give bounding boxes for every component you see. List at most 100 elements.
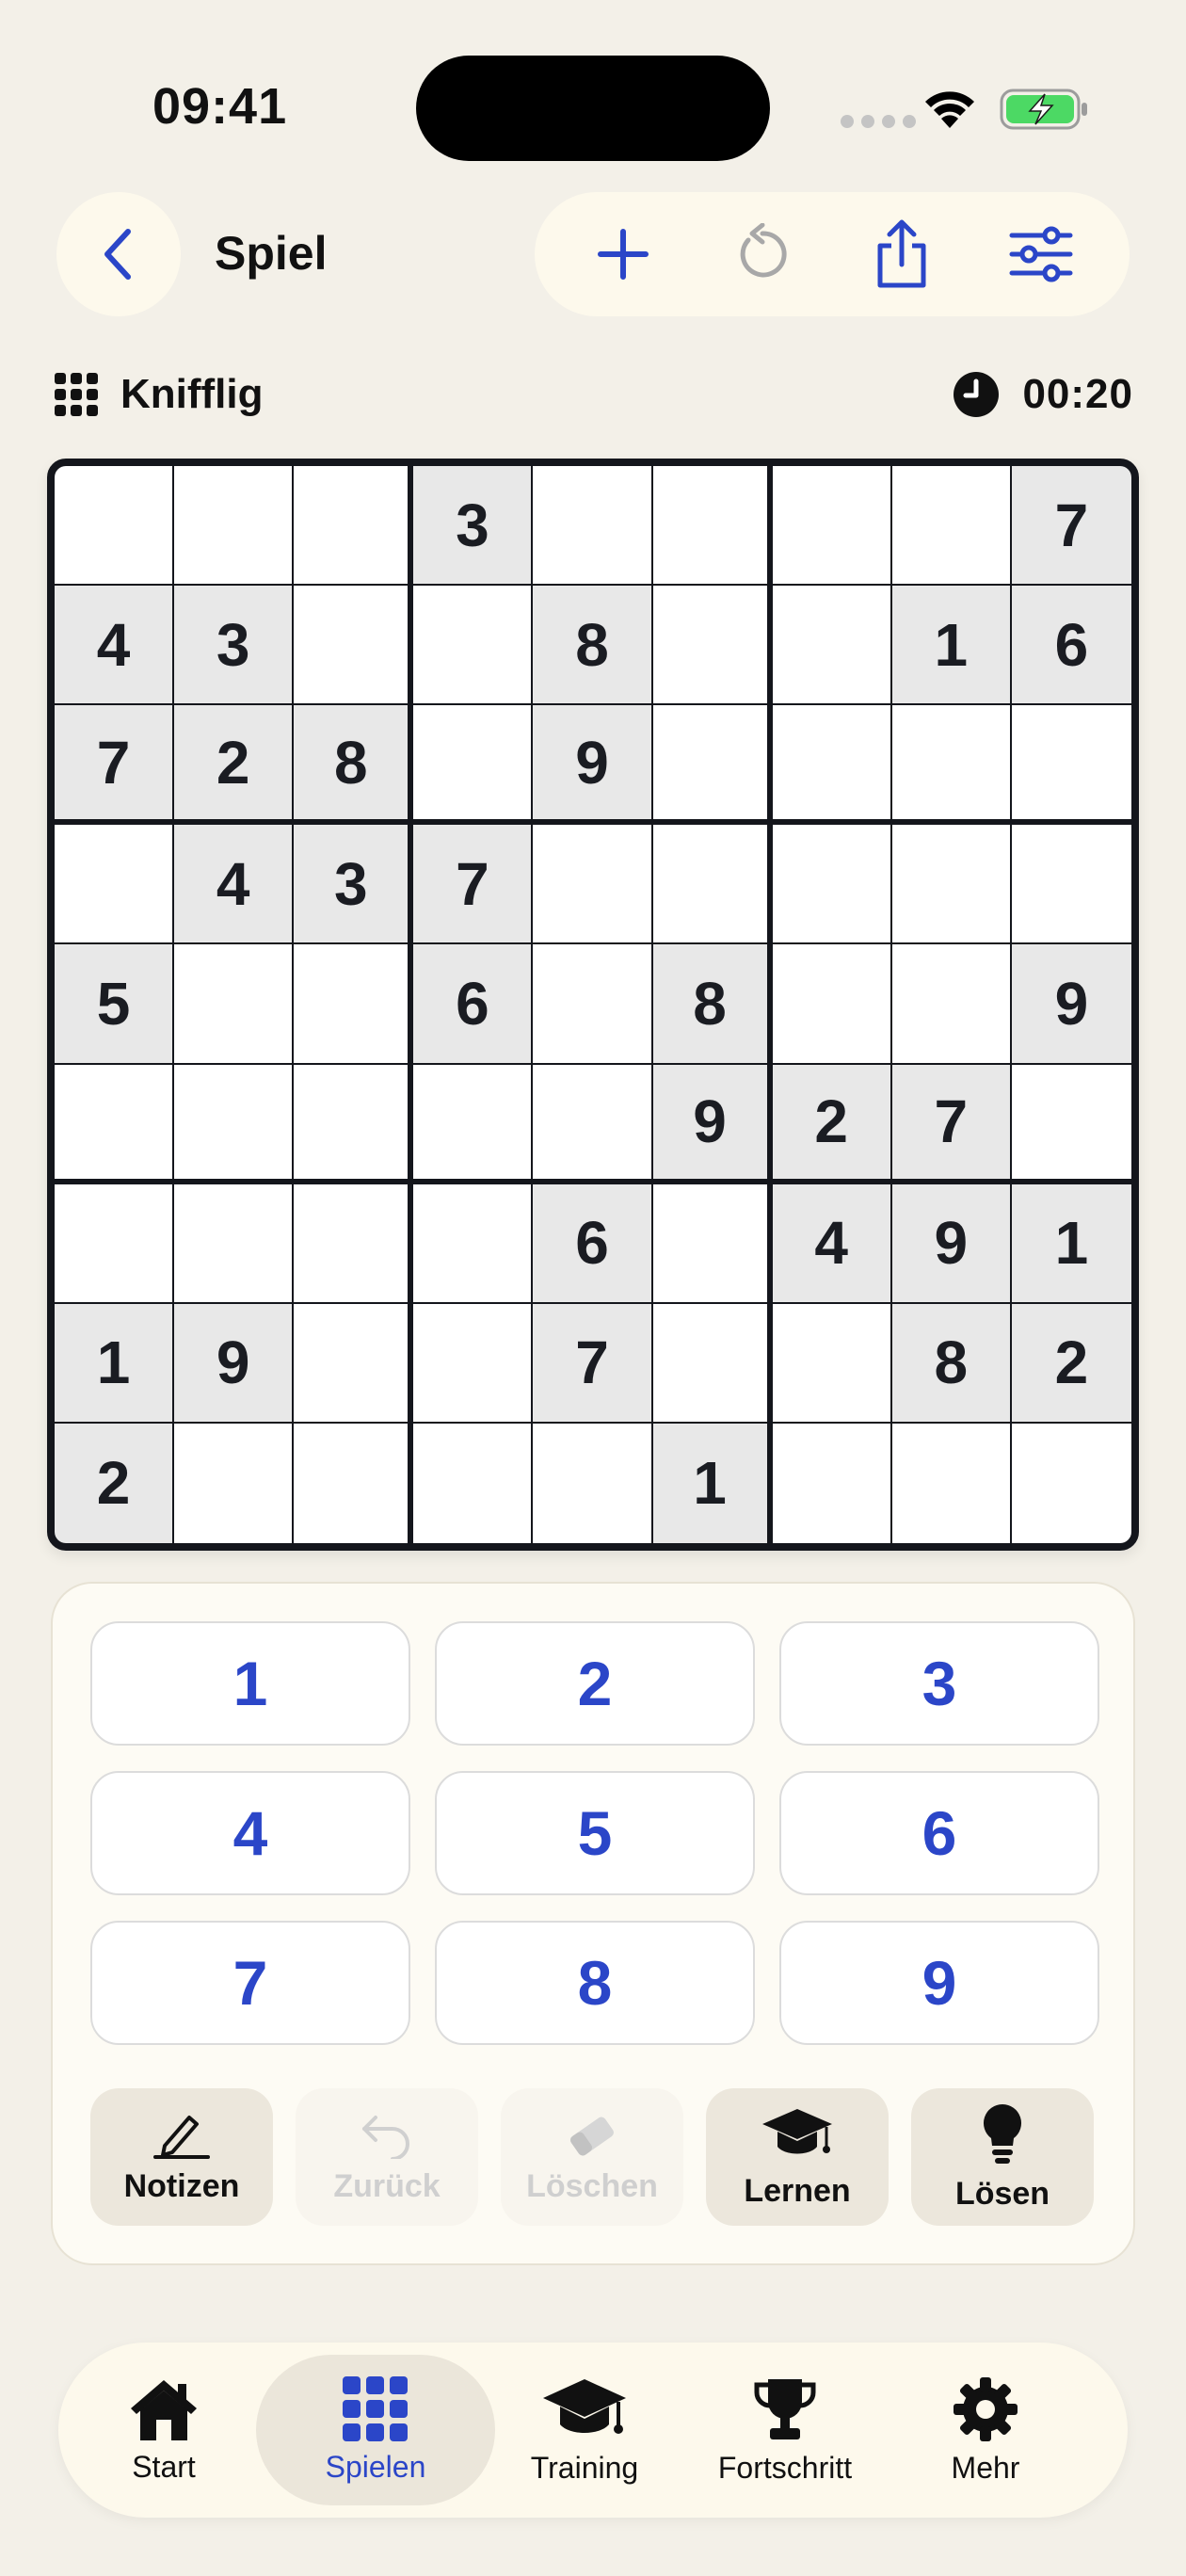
number-button-9[interactable]: 9	[779, 1921, 1099, 2045]
sudoku-cell[interactable]: 4	[772, 1183, 892, 1304]
sudoku-cell[interactable]: 7	[55, 705, 175, 826]
tab-mehr[interactable]: Mehr	[896, 2355, 1075, 2505]
sudoku-cell[interactable]	[413, 1423, 534, 1543]
restart-button[interactable]	[715, 207, 809, 301]
sudoku-cell[interactable]	[413, 1303, 534, 1424]
sudoku-cell[interactable]	[294, 586, 414, 706]
sudoku-cell[interactable]	[652, 825, 773, 945]
sudoku-cell[interactable]	[772, 705, 892, 826]
sudoku-cell[interactable]: 9	[652, 1064, 773, 1184]
sudoku-cell[interactable]	[891, 944, 1012, 1065]
sudoku-cell[interactable]: 9	[1011, 944, 1131, 1065]
sudoku-cell[interactable]	[174, 1064, 295, 1184]
sudoku-cell[interactable]	[174, 466, 295, 587]
settings-button[interactable]	[994, 207, 1088, 301]
sudoku-cell[interactable]: 1	[55, 1303, 175, 1424]
sudoku-cell[interactable]	[772, 466, 892, 587]
sudoku-cell[interactable]	[55, 466, 175, 587]
sudoku-cell[interactable]	[772, 1303, 892, 1424]
sudoku-cell[interactable]	[533, 825, 653, 945]
sudoku-cell[interactable]	[55, 1183, 175, 1304]
sudoku-cell[interactable]: 2	[1011, 1303, 1131, 1424]
sudoku-cell[interactable]	[55, 825, 175, 945]
sudoku-cell[interactable]	[294, 1183, 414, 1304]
sudoku-cell[interactable]: 6	[413, 944, 534, 1065]
back-button[interactable]	[56, 192, 181, 316]
number-button-2[interactable]: 2	[435, 1621, 755, 1746]
sudoku-cell[interactable]	[1011, 705, 1131, 826]
number-button-1[interactable]: 1	[90, 1621, 410, 1746]
sudoku-cell[interactable]	[533, 1423, 653, 1543]
tab-spielen[interactable]: Spielen	[256, 2355, 495, 2505]
sudoku-cell[interactable]: 9	[533, 705, 653, 826]
sudoku-cell[interactable]: 5	[55, 944, 175, 1065]
sudoku-cell[interactable]: 4	[174, 825, 295, 945]
sudoku-cell[interactable]	[652, 1303, 773, 1424]
sudoku-cell[interactable]: 8	[652, 944, 773, 1065]
sudoku-cell[interactable]	[772, 944, 892, 1065]
number-button-3[interactable]: 3	[779, 1621, 1099, 1746]
new-game-button[interactable]	[576, 207, 670, 301]
sudoku-cell[interactable]	[652, 586, 773, 706]
solve-button[interactable]: Lösen	[911, 2088, 1094, 2226]
tab-fortschritt[interactable]: Fortschritt	[674, 2355, 896, 2505]
sudoku-cell[interactable]	[772, 1423, 892, 1543]
sudoku-cell[interactable]: 1	[891, 586, 1012, 706]
tab-start[interactable]: Start	[72, 2355, 256, 2505]
sudoku-cell[interactable]	[413, 705, 534, 826]
sudoku-cell[interactable]: 3	[294, 825, 414, 945]
sudoku-cell[interactable]: 1	[1011, 1183, 1131, 1304]
sudoku-cell[interactable]: 3	[413, 466, 534, 587]
sudoku-cell[interactable]: 2	[772, 1064, 892, 1184]
sudoku-cell[interactable]	[533, 944, 653, 1065]
learn-button[interactable]: Lernen	[706, 2088, 889, 2226]
sudoku-cell[interactable]	[652, 1183, 773, 1304]
sudoku-cell[interactable]	[891, 466, 1012, 587]
sudoku-cell[interactable]	[772, 586, 892, 706]
sudoku-cell[interactable]: 2	[55, 1423, 175, 1543]
sudoku-cell[interactable]	[294, 1303, 414, 1424]
sudoku-cell[interactable]: 1	[652, 1423, 773, 1543]
sudoku-cell[interactable]	[1011, 1064, 1131, 1184]
sudoku-cell[interactable]: 7	[533, 1303, 653, 1424]
sudoku-cell[interactable]: 8	[294, 705, 414, 826]
sudoku-cell[interactable]	[413, 1183, 534, 1304]
sudoku-cell[interactable]	[413, 586, 534, 706]
sudoku-cell[interactable]	[413, 1064, 534, 1184]
sudoku-cell[interactable]	[652, 466, 773, 587]
sudoku-cell[interactable]: 4	[55, 586, 175, 706]
undo-button[interactable]: Zurück	[296, 2088, 478, 2226]
sudoku-cell[interactable]: 7	[891, 1064, 1012, 1184]
number-button-4[interactable]: 4	[90, 1771, 410, 1895]
sudoku-cell[interactable]: 6	[533, 1183, 653, 1304]
sudoku-cell[interactable]: 3	[174, 586, 295, 706]
sudoku-cell[interactable]: 9	[174, 1303, 295, 1424]
sudoku-cell[interactable]	[1011, 1423, 1131, 1543]
share-button[interactable]	[855, 207, 949, 301]
sudoku-cell[interactable]: 8	[533, 586, 653, 706]
number-button-6[interactable]: 6	[779, 1771, 1099, 1895]
sudoku-cell[interactable]	[294, 1423, 414, 1543]
sudoku-cell[interactable]	[891, 825, 1012, 945]
sudoku-cell[interactable]: 8	[891, 1303, 1012, 1424]
number-button-5[interactable]: 5	[435, 1771, 755, 1895]
sudoku-cell[interactable]	[55, 1064, 175, 1184]
tab-training[interactable]: Training	[495, 2355, 674, 2505]
sudoku-cell[interactable]	[294, 466, 414, 587]
sudoku-cell[interactable]	[174, 1183, 295, 1304]
sudoku-cell[interactable]	[891, 705, 1012, 826]
sudoku-cell[interactable]	[891, 1423, 1012, 1543]
sudoku-cell[interactable]: 7	[1011, 466, 1131, 587]
sudoku-cell[interactable]: 6	[1011, 586, 1131, 706]
sudoku-cell[interactable]	[294, 1064, 414, 1184]
sudoku-cell[interactable]	[294, 944, 414, 1065]
sudoku-cell[interactable]: 2	[174, 705, 295, 826]
sudoku-cell[interactable]	[652, 705, 773, 826]
erase-button[interactable]: Löschen	[501, 2088, 683, 2226]
notes-button[interactable]: Notizen	[90, 2088, 273, 2226]
sudoku-cell[interactable]	[533, 1064, 653, 1184]
sudoku-cell[interactable]	[772, 825, 892, 945]
sudoku-cell[interactable]: 7	[413, 825, 534, 945]
sudoku-cell[interactable]	[174, 1423, 295, 1543]
number-button-7[interactable]: 7	[90, 1921, 410, 2045]
